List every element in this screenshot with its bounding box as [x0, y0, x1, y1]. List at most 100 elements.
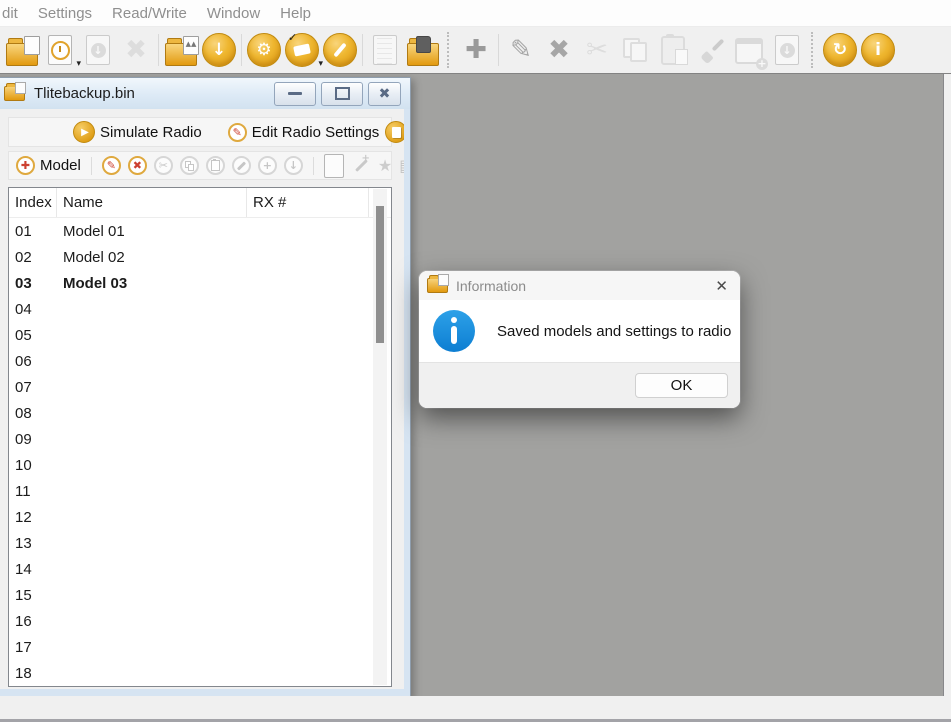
- table-row[interactable]: 15: [9, 582, 391, 608]
- menu-item-help[interactable]: Help: [270, 5, 321, 22]
- table-scrollbar[interactable]: [373, 189, 387, 685]
- cut-model-icon[interactable]: ✂: [578, 31, 616, 69]
- add-category-icon[interactable]: [730, 31, 768, 69]
- delete-model-icon[interactable]: ✖: [128, 156, 147, 175]
- recent-files-icon[interactable]: ▾: [41, 31, 79, 69]
- cell-index: 16: [9, 613, 57, 630]
- radio-toolbar: ▶ Simulate Radio ✎ Edit Radio Settings: [8, 117, 392, 147]
- table-row[interactable]: 10: [9, 452, 391, 478]
- cell-name: Model 02: [57, 249, 247, 266]
- write-to-radio-icon[interactable]: ↓: [200, 31, 238, 69]
- model-toolbar: ✚ Model ✎✖✂+↓★▤ »: [8, 151, 392, 180]
- cut-model-icon[interactable]: ✂: [154, 156, 173, 175]
- simulate-radio-label: Simulate Radio: [100, 124, 202, 141]
- column-header-name[interactable]: Name: [57, 188, 247, 217]
- document-window-titlebar[interactable]: Tlitebackup.bin ✖: [0, 78, 410, 109]
- table-row[interactable]: 02Model 02: [9, 244, 391, 270]
- document-window: Tlitebackup.bin ✖ ▶ Simulate Radio ✎ Edi…: [0, 77, 411, 696]
- new-model-icon[interactable]: [324, 154, 344, 178]
- delete-model-icon[interactable]: ✖: [540, 31, 578, 69]
- column-header-index[interactable]: Index: [9, 188, 57, 217]
- add-model-icon[interactable]: ✚: [457, 31, 495, 69]
- duplicate-model-icon[interactable]: +: [258, 156, 277, 175]
- sdcard-sync-icon[interactable]: [404, 31, 442, 69]
- menu-item-settings[interactable]: Settings: [28, 5, 102, 22]
- default-model-icon[interactable]: ★: [378, 156, 392, 175]
- cell-name: Model 01: [57, 223, 247, 240]
- model-wizard-icon[interactable]: [692, 31, 730, 69]
- model-table-body: 01Model 0102Model 0203Model 030405060708…: [9, 218, 391, 686]
- table-row[interactable]: 16: [9, 608, 391, 634]
- cell-index: 09: [9, 431, 57, 448]
- export-model-icon[interactable]: ↓: [284, 156, 303, 175]
- table-row[interactable]: 07: [9, 374, 391, 400]
- cell-index: 02: [9, 249, 57, 266]
- open-radio-backup-icon[interactable]: ▲▲: [162, 31, 200, 69]
- main-toolbar: ▾↓✖▲▲↓⚙✓▾✚✎✖✂↓↻i: [0, 27, 951, 73]
- read-write-sync-icon[interactable]: ↻: [821, 31, 859, 69]
- table-row[interactable]: 08: [9, 400, 391, 426]
- cell-index: 15: [9, 587, 57, 604]
- edit-model-icon[interactable]: ✎: [502, 31, 540, 69]
- edit-radio-settings-button[interactable]: ✎ Edit Radio Settings: [228, 123, 380, 142]
- paste-model-icon[interactable]: [654, 31, 692, 69]
- table-row[interactable]: 13: [9, 530, 391, 556]
- table-row[interactable]: 05: [9, 322, 391, 348]
- table-row[interactable]: 14: [9, 556, 391, 582]
- table-row[interactable]: 01Model 01: [9, 218, 391, 244]
- close-file-icon[interactable]: ✖: [117, 31, 155, 69]
- column-header-rx[interactable]: RX #: [247, 188, 369, 217]
- model-toolbar-icons: ✎ ✖ ✂ + ↓ ★ ▤: [102, 154, 404, 178]
- simulate-radio-button[interactable]: ▶ Simulate Radio: [73, 121, 202, 143]
- table-row[interactable]: 17: [9, 634, 391, 660]
- menu-item-window[interactable]: Window: [197, 5, 270, 22]
- open-file-icon[interactable]: [3, 31, 41, 69]
- edit-model-icon[interactable]: ✎: [102, 156, 121, 175]
- cell-index: 18: [9, 665, 57, 682]
- cell-index: 03: [9, 275, 57, 292]
- close-icon: ✖: [379, 87, 391, 101]
- app-settings-icon[interactable]: ⚙: [245, 31, 283, 69]
- close-button[interactable]: ✖: [368, 82, 401, 106]
- ok-button[interactable]: OK: [635, 373, 728, 398]
- model-table: Index Name RX # 01Model 0102Model 0203Mo…: [8, 187, 392, 687]
- about-icon[interactable]: i: [859, 31, 897, 69]
- add-model-button[interactable]: ✚ Model: [16, 156, 81, 175]
- table-row[interactable]: 06: [9, 348, 391, 374]
- copy-model-icon[interactable]: [616, 31, 654, 69]
- menu-bar: ditSettingsRead/WriteWindowHelp: [0, 0, 951, 27]
- table-row[interactable]: 09: [9, 426, 391, 452]
- minimize-button[interactable]: [274, 82, 316, 106]
- maximize-button[interactable]: [321, 82, 363, 106]
- pencil-icon: ✎: [228, 123, 247, 142]
- print-model-icon[interactable]: ▤: [399, 156, 404, 175]
- compare-models-icon[interactable]: [366, 31, 404, 69]
- cell-index: 12: [9, 509, 57, 526]
- dialog-titlebar[interactable]: Information ✕: [419, 271, 740, 300]
- table-row[interactable]: 11: [9, 478, 391, 504]
- radio-profile-icon[interactable]: ✓▾: [283, 31, 321, 69]
- cell-index: 10: [9, 457, 57, 474]
- dialog-close-icon[interactable]: ✕: [715, 277, 728, 295]
- edit-radio-settings-label: Edit Radio Settings: [252, 124, 380, 141]
- menu-item-read-write[interactable]: Read/Write: [102, 5, 197, 22]
- table-row[interactable]: 03Model 03: [9, 270, 391, 296]
- table-row[interactable]: 12: [9, 504, 391, 530]
- cell-index: 13: [9, 535, 57, 552]
- table-row[interactable]: 04: [9, 296, 391, 322]
- window-controls: ✖: [274, 82, 401, 106]
- menu-item-dit[interactable]: dit: [0, 5, 28, 22]
- save-file-icon[interactable]: ↓: [79, 31, 117, 69]
- model-wizard-icon[interactable]: [351, 156, 371, 176]
- paste-model-icon[interactable]: [206, 156, 225, 175]
- save-model-icon[interactable]: ↓: [768, 31, 806, 69]
- copy-model-icon[interactable]: [180, 156, 199, 175]
- cell-index: 08: [9, 405, 57, 422]
- dialog-body: Saved models and settings to radio: [419, 300, 740, 362]
- scrollbar-thumb[interactable]: [376, 206, 384, 343]
- table-row[interactable]: 18: [9, 660, 391, 686]
- wizard-model-icon[interactable]: [232, 156, 251, 175]
- copy-radio-settings-icon[interactable]: [385, 121, 404, 143]
- edit-theme-icon[interactable]: [321, 31, 359, 69]
- cell-index: 14: [9, 561, 57, 578]
